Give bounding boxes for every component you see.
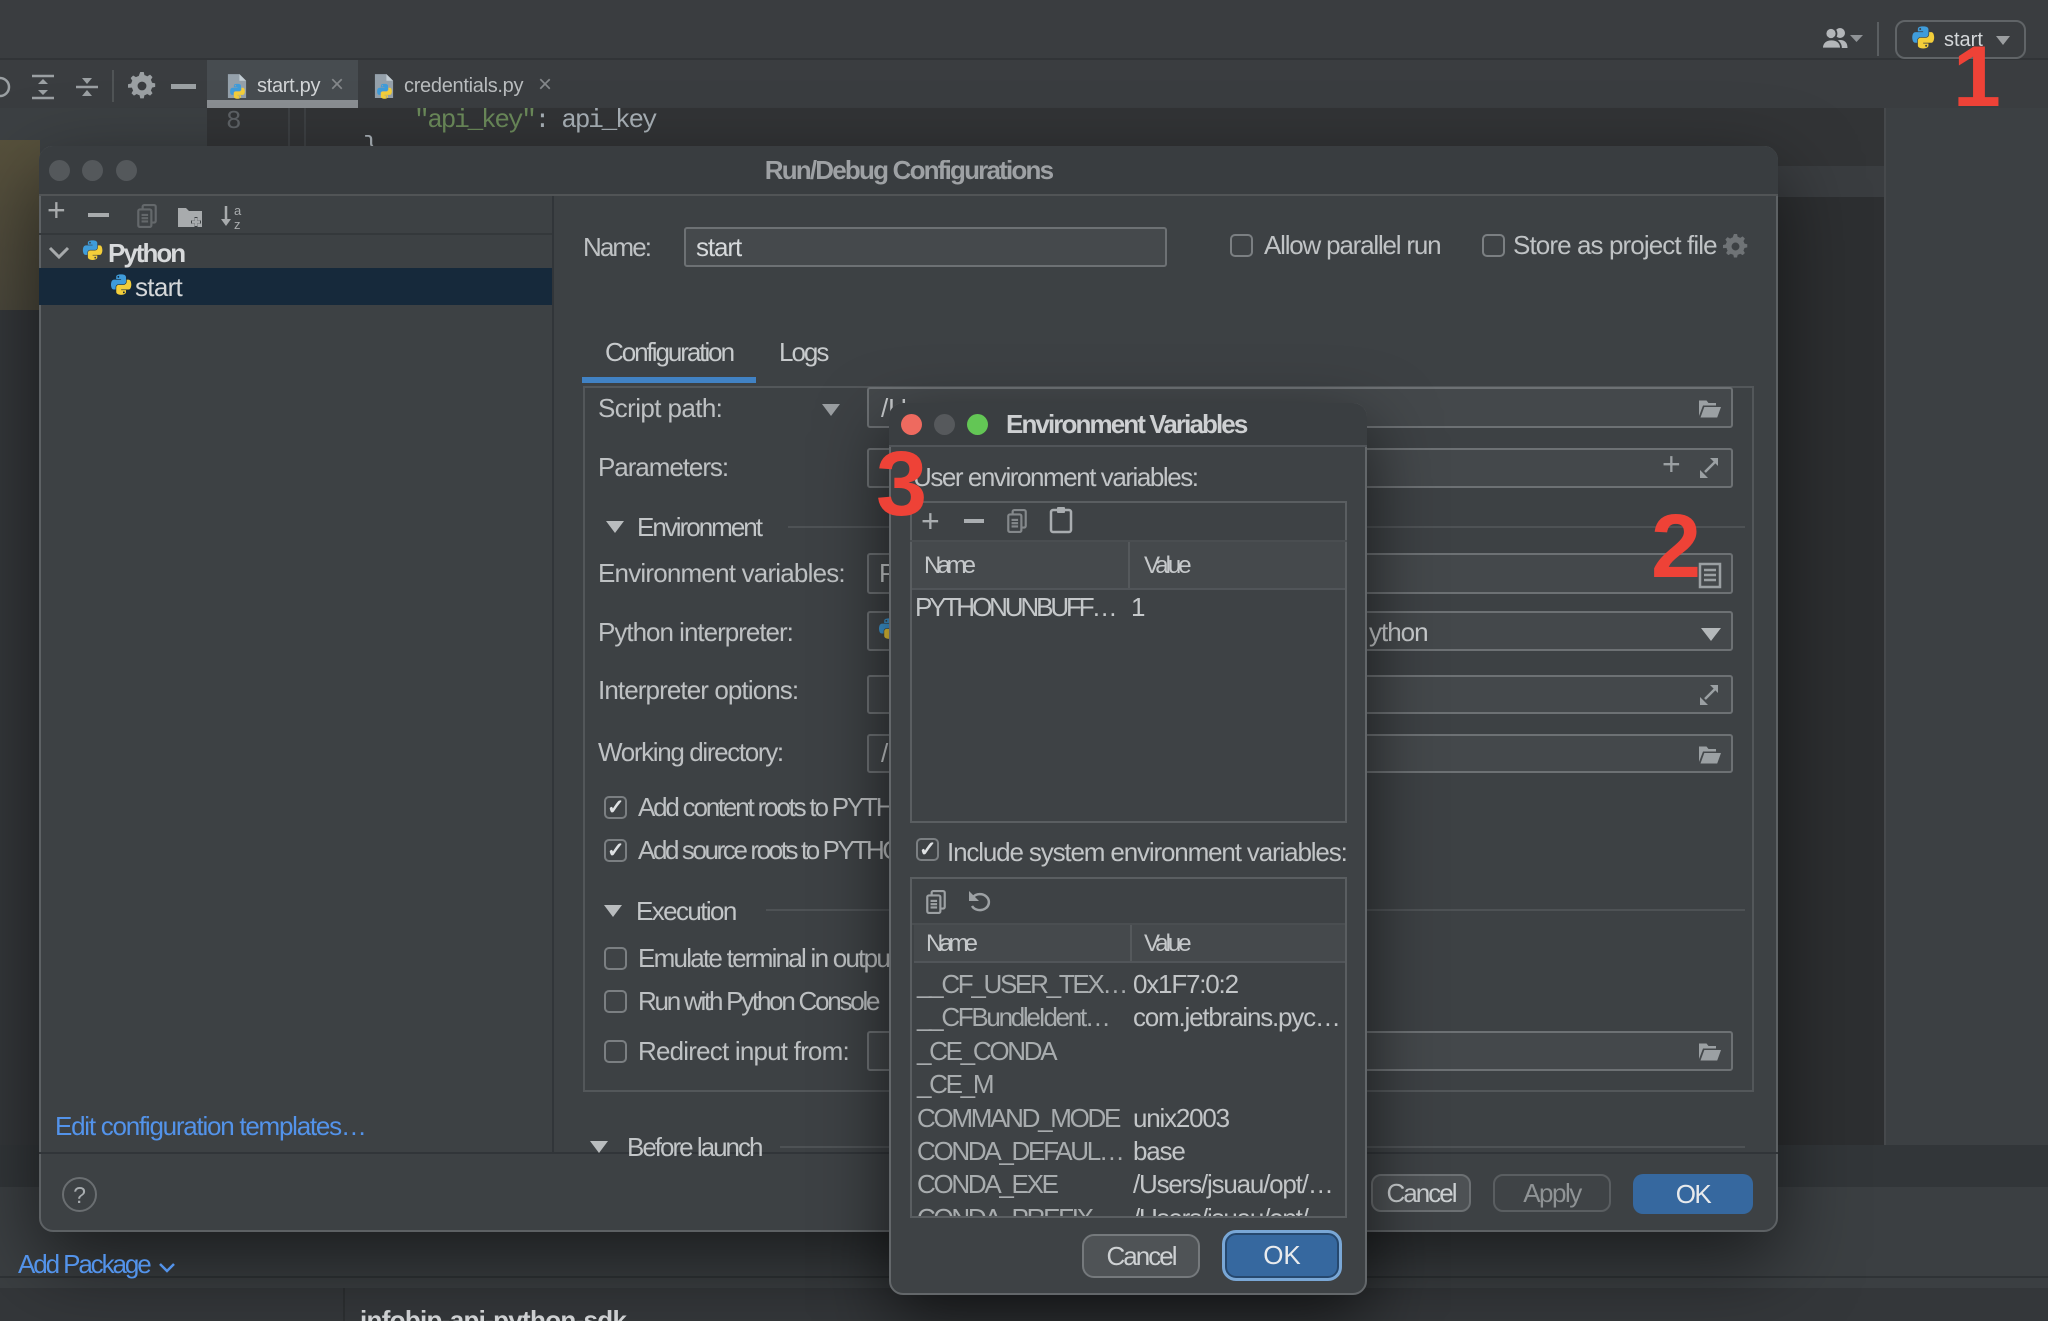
svg-text:z: z: [234, 217, 241, 232]
svg-text:a: a: [234, 203, 242, 218]
